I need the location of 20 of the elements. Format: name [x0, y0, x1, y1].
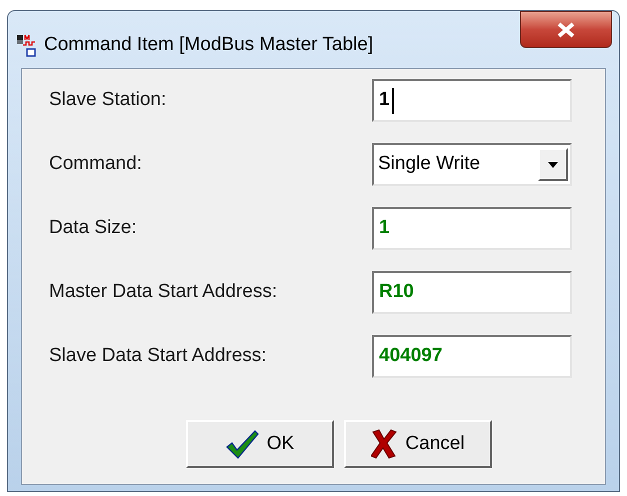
caret-icon [548, 162, 558, 168]
field-label: Slave Station: [49, 88, 168, 112]
cancel-button[interactable]: Cancel [344, 420, 492, 468]
field-label: Command: [49, 152, 143, 176]
dropdown-arrow-button[interactable] [538, 148, 568, 181]
window-title: Command Item [ModBus Master Table] [44, 33, 374, 57]
close-button[interactable] [520, 11, 612, 48]
field-label: Slave Data Start Address: [49, 344, 268, 368]
cross-icon [371, 429, 398, 459]
field-label: Data Size: [49, 216, 138, 240]
input-field[interactable]: 1 [372, 79, 572, 122]
command-dropdown[interactable]: Single Write [372, 143, 572, 186]
input-field[interactable]: 1 [372, 207, 572, 250]
app-icon [16, 33, 38, 58]
checkmark-icon [226, 430, 259, 458]
close-icon [556, 22, 576, 38]
input-field[interactable]: 404097 [372, 335, 572, 378]
input-field[interactable]: R10 [372, 271, 572, 314]
ok-button[interactable]: OK [186, 420, 334, 468]
field-label: Master Data Start Address: [49, 280, 278, 304]
